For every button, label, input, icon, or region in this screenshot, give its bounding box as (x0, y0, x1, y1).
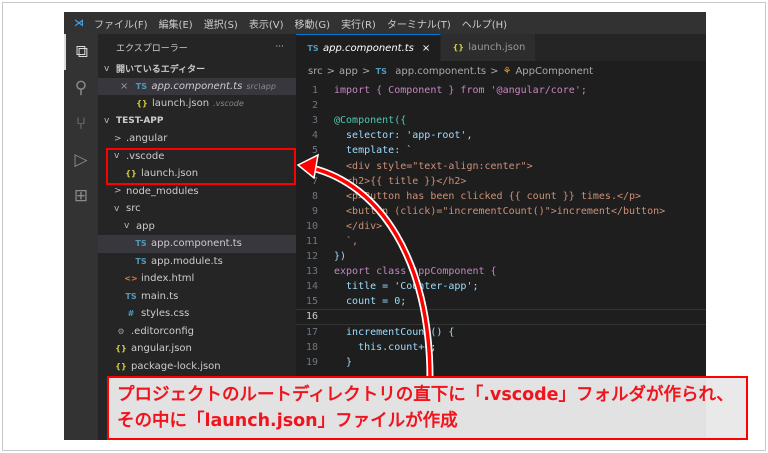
callout-box: プロジェクトのルートディレクトリの直下に「.vscode」フォルダが作られ、 そ… (107, 376, 748, 440)
callout-line-1: プロジェクトのルートディレクトリの直下に「.vscode」フォルダが作られ、 (117, 385, 734, 405)
callout-line-2: その中に「launch.json」ファイルが作成 (117, 411, 458, 431)
